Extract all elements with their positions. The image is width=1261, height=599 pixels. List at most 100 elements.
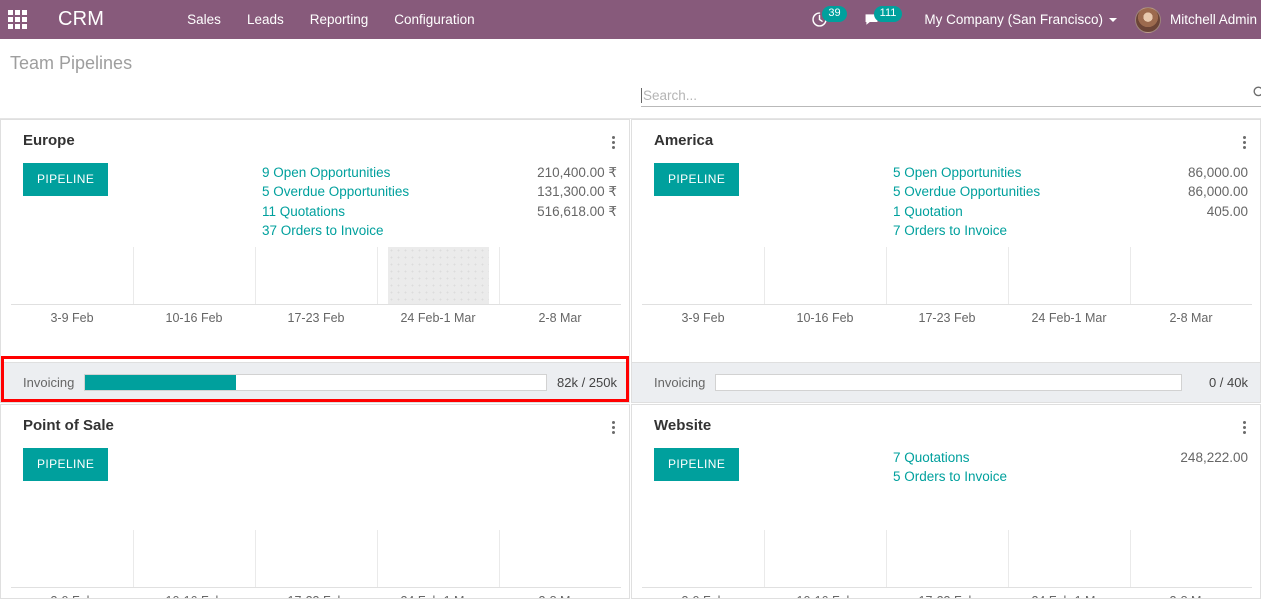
chart-column — [255, 530, 377, 587]
stat-label[interactable]: 5 Overdue Opportunities — [262, 182, 409, 201]
kanban-card-website[interactable]: Website PIPELINE 7 Quotations 248,222.00… — [631, 404, 1261, 599]
menu-item-sales[interactable]: Sales — [174, 0, 234, 39]
axis-tick-label: 17-23 Feb — [287, 310, 345, 325]
messaging-menu[interactable]: 111 — [855, 0, 911, 39]
axis-tick-label: 24 Feb-1 Mar — [1008, 594, 1130, 598]
axis-tick-label: 10-16 Feb — [165, 310, 223, 325]
stat-row[interactable]: 5 Overdue Opportunities 86,000.00 — [893, 182, 1248, 201]
kanban-card-point-of-sale[interactable]: Point of Sale PIPELINE 3-9 Feb 10-16 Feb… — [0, 404, 630, 599]
card-stats — [262, 448, 617, 524]
invoicing-progress-fill — [85, 375, 237, 390]
stat-label[interactable]: 7 Orders to Invoice — [893, 221, 1007, 240]
stat-row[interactable]: 7 Orders to Invoice — [893, 221, 1248, 240]
menu-item-reporting[interactable]: Reporting — [297, 0, 382, 39]
stat-row[interactable]: 37 Orders to Invoice — [262, 221, 617, 240]
stat-row[interactable]: 11 Quotations 516,618.00 ₹ — [262, 202, 617, 221]
axis-tick-label: 3-9 Feb — [642, 594, 764, 598]
pipeline-button[interactable]: PIPELINE — [654, 448, 740, 481]
chart-column — [1130, 246, 1252, 304]
invoicing-label: Invoicing — [23, 375, 75, 390]
stat-row[interactable]: 9 Open Opportunities 210,400.00 ₹ — [262, 163, 617, 182]
stat-row[interactable]: 5 Orders to Invoice — [893, 467, 1248, 486]
stat-label[interactable]: 37 Orders to Invoice — [262, 221, 384, 240]
stat-row[interactable]: 5 Open Opportunities 86,000.00 — [893, 163, 1248, 182]
search-icon[interactable] — [1252, 85, 1261, 105]
stat-row[interactable]: 5 Overdue Opportunities 131,300.00 ₹ — [262, 182, 617, 201]
chart-column — [764, 246, 886, 304]
stat-label[interactable]: 1 Quotation — [893, 202, 963, 221]
search-input[interactable]: Search... — [642, 88, 1261, 103]
messages-count-badge: 111 — [873, 5, 903, 22]
breadcrumb[interactable]: Team Pipelines — [0, 39, 132, 74]
stat-row[interactable]: 1 Quotation 405.00 — [893, 202, 1248, 221]
card-stats: 9 Open Opportunities 210,400.00 ₹ 5 Over… — [262, 163, 617, 241]
stat-value: 248,222.00 — [1180, 450, 1248, 465]
card-title: Website — [654, 417, 712, 434]
kanban-card-america[interactable]: America PIPELINE 5 Open Opportunities 86… — [631, 119, 1261, 403]
chart-column — [642, 530, 764, 587]
chart-column — [886, 246, 1008, 304]
stat-value: 210,400.00 ₹ — [537, 165, 617, 180]
chart-column — [1130, 530, 1252, 587]
axis-tick-label: 17-23 Feb — [255, 594, 377, 598]
menu-item-leads[interactable]: Leads — [234, 0, 297, 39]
invoicing-progress-footer[interactable]: Invoicing 82k / 250k — [1, 362, 629, 402]
company-switcher[interactable]: My Company (San Francisco) — [924, 12, 1117, 27]
pipeline-button[interactable]: PIPELINE — [23, 163, 109, 196]
chart-plot-area — [642, 246, 1252, 305]
card-stats: 5 Open Opportunities 86,000.00 5 Overdue… — [893, 163, 1248, 241]
chart-column — [377, 246, 499, 304]
chart-column — [377, 530, 499, 587]
chart-plot-area — [642, 530, 1252, 588]
stat-value: 516,618.00 ₹ — [537, 203, 617, 219]
pipeline-button[interactable]: PIPELINE — [654, 163, 740, 196]
axis-tick-label: 10-16 Feb — [133, 594, 255, 598]
stat-label[interactable]: 9 Open Opportunities — [262, 163, 390, 182]
search-view[interactable]: Search... — [641, 85, 1261, 107]
axis-tick-label: 3-9 Feb — [50, 310, 94, 325]
stat-label[interactable]: 11 Quotations — [262, 202, 345, 221]
axis-tick-label: 24 Feb-1 Mar — [1031, 310, 1107, 325]
kanban-card-europe[interactable]: Europe PIPELINE 9 Open Opportunities 210… — [0, 119, 630, 403]
stat-value: 131,300.00 ₹ — [537, 184, 617, 200]
card-menu-button[interactable] — [610, 132, 617, 153]
invoicing-progress-bar[interactable] — [84, 374, 547, 391]
activities-menu[interactable]: 39 — [803, 0, 854, 39]
card-menu-button[interactable] — [1241, 132, 1248, 153]
apps-menu-icon[interactable] — [0, 0, 34, 39]
axis-tick-label: 2-8 Mar — [1130, 594, 1252, 598]
axis-tick-label: 2-8 Mar — [499, 594, 621, 598]
card-chart: 3-9 Feb 10-16 Feb 17-23 Feb 24 Feb-1 Mar… — [1, 524, 629, 598]
card-stats: 7 Quotations 248,222.00 5 Orders to Invo… — [893, 448, 1248, 524]
axis-tick-label: 24 Feb-1 Mar — [377, 594, 499, 598]
menu-item-configuration[interactable]: Configuration — [381, 0, 487, 39]
pipeline-button[interactable]: PIPELINE — [23, 448, 109, 481]
invoicing-progress-bar[interactable] — [715, 374, 1182, 391]
card-chart: 3-9 Feb 10-16 Feb 17-23 Feb 24 Feb-1 Mar… — [632, 241, 1260, 325]
chevron-down-icon — [1108, 18, 1117, 23]
main-menu: Sales Leads Reporting Configuration — [174, 0, 487, 39]
stat-label[interactable]: 5 Orders to Invoice — [893, 467, 1007, 486]
stat-value: 405.00 — [1206, 203, 1248, 219]
stat-label[interactable]: 7 Quotations — [893, 448, 970, 467]
activities-count-badge: 39 — [822, 5, 847, 22]
chart-column — [499, 530, 621, 587]
card-header: Point of Sale — [1, 405, 629, 438]
invoicing-progress-footer[interactable]: Invoicing 0 / 40k — [632, 362, 1260, 402]
stat-label[interactable]: 5 Overdue Opportunities — [893, 182, 1040, 201]
axis-tick-label: 24 Feb-1 Mar — [400, 310, 476, 325]
app-brand-crm[interactable]: CRM — [58, 8, 104, 31]
card-menu-button[interactable] — [610, 417, 617, 438]
chart-column — [133, 246, 255, 304]
chart-column — [1008, 530, 1130, 587]
stat-row[interactable]: 7 Quotations 248,222.00 — [893, 448, 1248, 467]
card-title: America — [654, 132, 714, 149]
card-menu-button[interactable] — [1241, 417, 1248, 438]
card-chart: 3-9 Feb 10-16 Feb 17-23 Feb 24 Feb-1 Mar… — [1, 241, 629, 325]
stat-value: 86,000.00 — [1187, 165, 1248, 180]
chart-plot-area — [11, 530, 621, 588]
user-name-label: Mitchell Admin — [1169, 12, 1257, 27]
card-chart: 3-9 Feb 10-16 Feb 17-23 Feb 24 Feb-1 Mar… — [632, 524, 1260, 598]
user-menu[interactable]: Mitchell Admin — [1134, 6, 1261, 33]
stat-label[interactable]: 5 Open Opportunities — [893, 163, 1021, 182]
